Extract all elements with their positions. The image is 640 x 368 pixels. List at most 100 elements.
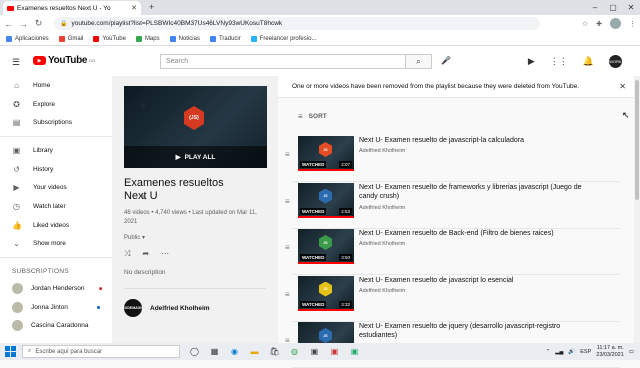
scrollbar-thumb[interactable]: [635, 80, 639, 200]
close-tab-icon[interactable]: ✕: [131, 4, 137, 12]
privacy-dropdown[interactable]: Public ▾: [124, 234, 266, 241]
close-window-icon[interactable]: ✕: [622, 0, 640, 15]
playlist-video-row[interactable]: ≡ JS WATCHED 2:07 Next U- Examen resuelto de…: [278, 136, 628, 182]
sidebar-item-your-videos[interactable]: ▶ Your videos: [0, 178, 112, 197]
apps-grid-icon[interactable]: ⋮⋮: [550, 56, 568, 67]
bookmark-item[interactable]: Noticias: [169, 35, 200, 42]
video-channel[interactable]: Adelfried Kholheim: [359, 288, 405, 294]
watched-label: WATCHED: [300, 207, 327, 215]
browser-tab[interactable]: Examenes resueltos Next U - Yo ✕: [3, 1, 141, 15]
drag-handle-icon[interactable]: ≡: [285, 290, 290, 299]
bookmark-item[interactable]: Maps: [135, 35, 160, 42]
notifications-icon[interactable]: 🔔: [583, 56, 594, 67]
drag-handle-icon[interactable]: ≡: [285, 243, 290, 252]
network-icon[interactable]: ▂▄: [555, 349, 563, 355]
bookmark-item[interactable]: Traducir: [209, 35, 241, 42]
close-notice-icon[interactable]: ✕: [619, 82, 626, 91]
create-video-icon[interactable]: ▶: [528, 56, 535, 67]
playlist-owner[interactable]: CODEMAGIC Adelfried Kholheim: [122, 299, 210, 317]
bookmark-favicon-icon: [58, 35, 65, 42]
volume-icon[interactable]: 🔊: [568, 349, 575, 355]
clock-date: 23/03/2021: [596, 351, 624, 358]
menu-icon[interactable]: ☰: [12, 57, 20, 68]
video-title[interactable]: Next U- Examen resuelto de Back-end (Fil…: [359, 229, 599, 238]
watch-progress-bar: [298, 308, 354, 311]
play-all-button[interactable]: ▶ PLAY ALL: [124, 146, 267, 168]
app-icon[interactable]: ▣: [308, 345, 321, 358]
edge-icon[interactable]: ◉: [228, 345, 241, 358]
maximize-icon[interactable]: ▢: [604, 0, 622, 15]
reload-icon[interactable]: ↻: [34, 18, 43, 29]
video-title[interactable]: Next U- Examen resuelto de jquery (desar…: [359, 322, 599, 340]
bookmark-favicon-icon: [169, 35, 176, 42]
video-thumbnail[interactable]: JS WATCHED 3:32: [298, 275, 354, 311]
video-channel[interactable]: Adelfried Kholheim: [359, 205, 405, 211]
mouse-cursor-icon: ↖: [622, 110, 630, 120]
search-button[interactable]: ⌕: [406, 54, 432, 69]
extensions-icon[interactable]: ✚: [596, 20, 602, 28]
account-avatar[interactable]: WORK: [609, 55, 622, 68]
taskbar-search[interactable]: ⌕ Escribe aquí para buscar: [22, 345, 180, 358]
chrome-icon[interactable]: ◍: [288, 345, 301, 358]
sidebar-item-explore[interactable]: ✪ Explore: [0, 95, 112, 114]
sidebar-item-home[interactable]: ⌂ Home: [0, 76, 112, 95]
sidebar-item-history[interactable]: ↺ History: [0, 160, 112, 179]
playlist-video-row[interactable]: ≡ JS WATCHED 3:50 Next U- Examen resuelto de…: [278, 229, 628, 275]
sidebar-item-liked-videos[interactable]: 👍 Liked videos: [0, 216, 112, 235]
subscription-item[interactable]: Jonna Jinton: [0, 298, 112, 317]
widgets-icon[interactable]: ▦: [208, 345, 221, 358]
sidebar-item-watch-later[interactable]: ◷ Watch later: [0, 197, 112, 216]
language-indicator[interactable]: ESP: [580, 349, 591, 355]
bookmark-item[interactable]: Aplicaciones: [6, 35, 49, 42]
back-icon[interactable]: ←: [4, 19, 13, 29]
bookmark-item[interactable]: YouTube: [93, 35, 126, 42]
subscription-item[interactable]: Cascina Caradonna: [0, 317, 112, 336]
video-channel[interactable]: Adelfried Kholheim: [359, 241, 405, 247]
video-thumbnail[interactable]: JS WATCHED 2:53: [298, 182, 354, 218]
youtube-logo[interactable]: ▶ YouTube CO: [33, 55, 95, 66]
share-icon[interactable]: ➦: [142, 249, 149, 259]
playlist-thumbnail[interactable]: {JS} ▶ PLAY ALL: [124, 86, 267, 168]
notification-center-icon[interactable]: ▭: [629, 349, 634, 355]
bookmark-item[interactable]: Gmail: [58, 35, 83, 42]
playlist-video-row[interactable]: ≡ JS WATCHED 2:53 Next U- Examen resuelto de…: [278, 182, 628, 229]
subscription-item[interactable]: Jordan Henderson ■: [0, 279, 112, 298]
video-thumbnail[interactable]: JS WATCHED 2:07: [298, 136, 354, 171]
windows-start-icon[interactable]: [5, 346, 16, 357]
store-icon[interactable]: 🛍: [268, 345, 281, 358]
video-channel[interactable]: Adelfried Kholheim: [359, 148, 405, 154]
scrollbar[interactable]: [634, 76, 640, 343]
video-title[interactable]: Next U- Examen resuelto de frameworks y …: [359, 183, 599, 201]
mic-icon[interactable]: 🎤: [441, 56, 451, 65]
video-title[interactable]: Next U- Examen resuelto de javascript lo…: [359, 276, 599, 285]
notice-text: One or more videos have been removed fro…: [292, 83, 580, 90]
edit-title-icon[interactable]: ✎: [140, 102, 147, 111]
drag-handle-icon[interactable]: ≡: [285, 197, 290, 206]
tray-chevron-icon[interactable]: ⌃: [546, 349, 551, 355]
edit-description-icon[interactable]: ✎: [140, 193, 147, 202]
more-icon[interactable]: ⋯: [161, 249, 169, 259]
sidebar-item-library[interactable]: ▣ Library: [0, 141, 112, 160]
clock[interactable]: 11:17 a. m. 23/03/2021: [596, 345, 624, 358]
task-view-icon[interactable]: ◯: [188, 345, 201, 358]
shuffle-icon[interactable]: ⤨: [124, 249, 130, 259]
star-icon[interactable]: ☆: [582, 20, 588, 28]
bookmark-item[interactable]: Freelancer profesio...: [250, 35, 316, 42]
app-icon[interactable]: ▣: [348, 345, 361, 358]
url-field[interactable]: 🔒 youtube.com/playlist?list=PLSBWIc40BM3…: [54, 17, 540, 30]
minimize-icon[interactable]: –: [586, 0, 604, 15]
profile-avatar[interactable]: [610, 18, 621, 29]
app-icon[interactable]: ▣: [328, 345, 341, 358]
playlist-video-row[interactable]: ≡ JS WATCHED 3:32 Next U- Examen resuelto de…: [278, 275, 628, 322]
forward-icon[interactable]: →: [19, 19, 28, 29]
video-title[interactable]: Next U- Examen resuelto de javascript-la…: [359, 136, 599, 145]
sidebar-item-show-more[interactable]: ⌄ Show more: [0, 235, 112, 254]
sort-button[interactable]: ≡ SORT: [298, 112, 327, 121]
sidebar-item-subscriptions[interactable]: ▤ Subscriptions: [0, 113, 112, 132]
search-input[interactable]: Search: [160, 54, 406, 69]
video-thumbnail[interactable]: JS WATCHED 3:50: [298, 229, 354, 264]
file-explorer-icon[interactable]: ▬: [248, 345, 261, 358]
new-tab-button[interactable]: +: [149, 2, 154, 12]
menu-dots-icon[interactable]: ⋮: [629, 20, 636, 28]
drag-handle-icon[interactable]: ≡: [285, 150, 290, 159]
